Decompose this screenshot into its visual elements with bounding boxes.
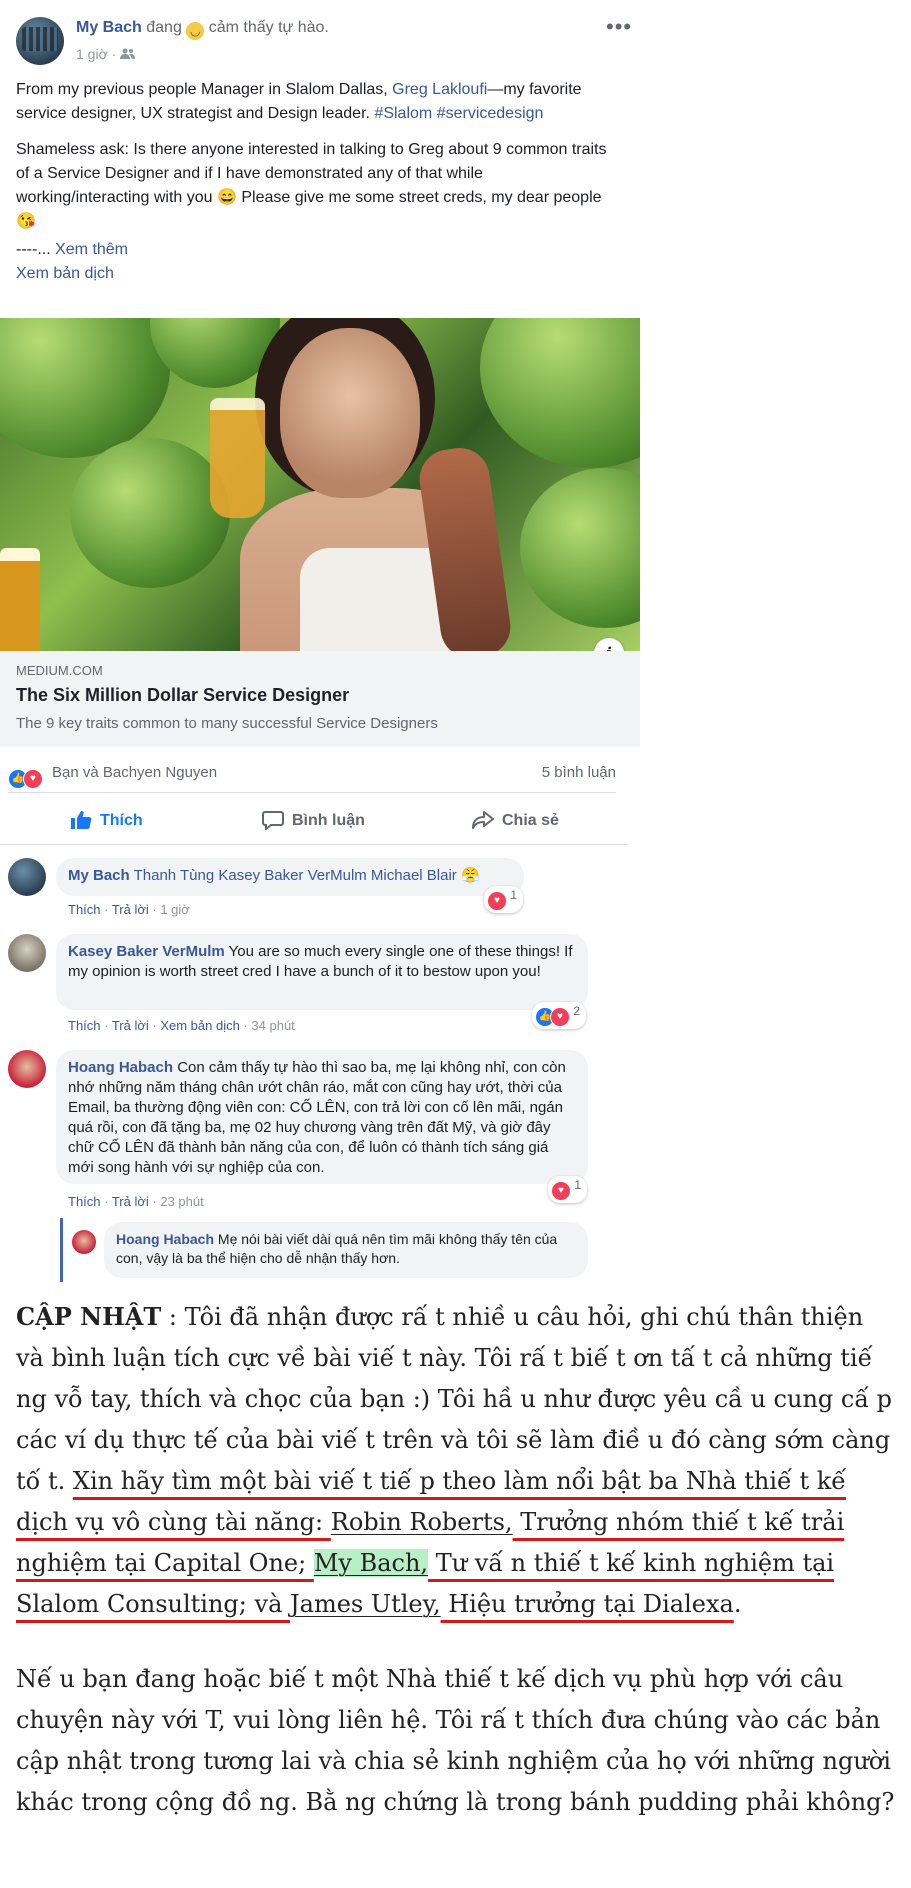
share-label: Chia sẻ — [502, 812, 559, 829]
link-title[interactable]: The Six Million Dollar Service Designer — [16, 685, 349, 706]
comment-like-link[interactable]: Thích — [68, 902, 101, 917]
comment-text: Con cảm thấy tự hào thì sao ba, mẹ lại k… — [68, 1059, 566, 1176]
more-prefix: ----... — [16, 241, 56, 258]
update-label: CẬP NHẬT — [16, 1302, 162, 1331]
article-p1-end: . — [733, 1590, 742, 1618]
status-prefix: đang — [146, 19, 182, 36]
link-preview[interactable]: MEDIUM.COM The Six Million Dollar Servic… — [0, 651, 640, 747]
love-reaction-icon: ♥ — [550, 1007, 570, 1027]
status-suffix: cảm thấy tự hào. — [208, 19, 329, 36]
love-reaction-icon: ♥ — [487, 891, 507, 911]
post-text: From my previous people Manager in Slalo… — [16, 78, 616, 286]
share-icon — [472, 811, 494, 829]
share-button[interactable]: Chia sẻ — [472, 810, 559, 830]
link-robin-roberts[interactable]: Robin Roberts, — [331, 1508, 513, 1536]
friends-audience-icon[interactable] — [120, 48, 136, 60]
post-text-p1-a: From my previous people Manager in Slalo… — [16, 81, 393, 98]
like-button[interactable]: Thích — [70, 810, 143, 830]
commenter-name[interactable]: My Bach — [68, 867, 130, 884]
link-description: The 9 key traits common to many successf… — [16, 715, 438, 732]
love-reaction-icon[interactable]: ♥ — [23, 769, 43, 789]
comment-time[interactable]: 1 giờ — [160, 902, 190, 917]
comment-icon — [262, 811, 284, 832]
comment-bubble: Hoang Habach Con cảm thấy tự hào thì sao… — [56, 1050, 588, 1184]
article-paragraph-1: CẬP NHẬT : Tôi đã nhận được rấ t nhiề u … — [16, 1296, 896, 1625]
commenter-name[interactable]: Kasey Baker VerMulm — [68, 943, 225, 960]
link-james-utley[interactable]: James Utley, — [290, 1590, 441, 1618]
comment-meta: Thích · Trả lời · 23 phút — [68, 1194, 204, 1209]
reply-thread-line — [60, 1218, 63, 1282]
reaction-count: 1 — [574, 1178, 582, 1192]
hashtag-servicedesign[interactable]: #servicedesign — [437, 105, 544, 122]
article-update: CẬP NHẬT : Tôi đã nhận được rấ t nhiề u … — [16, 1296, 896, 1857]
post-time[interactable]: 1 giờ — [76, 46, 108, 62]
comment-avatar[interactable] — [8, 858, 46, 896]
comment-reaction-badge[interactable]: ♥ 1 — [484, 886, 524, 913]
comment-count[interactable]: 5 bình luận — [542, 764, 616, 781]
comment-avatar[interactable] — [8, 1050, 46, 1088]
comment-reply-link[interactable]: Trả lời — [112, 1018, 149, 1033]
smile-emoji-icon: ◡ — [186, 22, 205, 40]
reactions-bar: 👍 ♥ Bạn và Bachyen Nguyen 5 bình luận — [8, 758, 616, 793]
author-avatar[interactable] — [16, 17, 64, 65]
comment-bubble: My Bach Thanh Tùng Kasey Baker VerMulm M… — [56, 858, 524, 896]
comment-label: Bình luận — [292, 812, 365, 829]
love-reaction-icon: ♥ — [551, 1181, 571, 1201]
comment-translate-link[interactable]: Xem bản dịch — [160, 1018, 240, 1033]
comment-bubble: Kasey Baker VerMulm You are so much ever… — [56, 934, 588, 1010]
comment-reaction-badge[interactable]: ♥ 1 — [548, 1176, 588, 1203]
comment-button[interactable]: Bình luận — [262, 810, 365, 832]
mention-greg[interactable]: Greg Lakloufi — [392, 81, 487, 98]
reaction-names[interactable]: Bạn và Bachyen Nguyen — [52, 764, 217, 781]
see-translation-link[interactable]: Xem bản dịch — [16, 262, 616, 286]
comment-reply-link[interactable]: Trả lời — [112, 1194, 149, 1209]
comment-text: Thanh Tùng Kasey Baker VerMulm Michael B… — [133, 867, 480, 884]
facebook-post: My Bach đang ◡ cảm thấy tự hào. 1 giờ · … — [0, 0, 640, 1282]
post-header: My Bach đang ◡ cảm thấy tự hào. 1 giờ · … — [0, 0, 640, 70]
like-label: Thích — [100, 812, 143, 829]
article-paragraph-2: Nế u bạn đang hoặc biế t một Nhà thiế t … — [16, 1665, 895, 1816]
comment-reply-link[interactable]: Trả lời — [112, 902, 149, 917]
link-domain: MEDIUM.COM — [16, 663, 103, 678]
link-preview-image[interactable] — [0, 318, 640, 651]
thumbs-up-icon — [71, 811, 92, 829]
author-name[interactable]: My Bach — [76, 19, 142, 36]
comment-like-link[interactable]: Thích — [68, 1194, 101, 1209]
author-line: My Bach đang ◡ cảm thấy tự hào. — [76, 19, 329, 40]
reply-avatar[interactable] — [72, 1230, 96, 1254]
reaction-count: 2 — [573, 1004, 581, 1018]
comment-meta: Thích · Trả lời · 1 giờ — [68, 902, 190, 917]
comment-like-link[interactable]: Thích — [68, 1018, 101, 1033]
link-my-bach[interactable]: My Bach, — [313, 1549, 429, 1577]
comment-meta: Thích · Trả lời · Xem bản dịch · 34 phút — [68, 1018, 295, 1033]
comment-time[interactable]: 34 phút — [251, 1018, 294, 1033]
see-more-link[interactable]: Xem thêm — [55, 241, 128, 258]
comment-avatar[interactable] — [8, 934, 46, 972]
post-meta: 1 giờ · — [76, 46, 136, 62]
commenter-name[interactable]: Hoang Habach — [116, 1231, 214, 1247]
comment-time[interactable]: 23 phút — [160, 1194, 203, 1209]
comment-reaction-badge[interactable]: 👍 ♥ 2 — [532, 1002, 587, 1029]
reply-bubble: Hoang Habach Mẹ nói bài viết dài quá nên… — [104, 1222, 588, 1278]
hashtag-slalom[interactable]: #Slalom — [374, 105, 432, 122]
action-bar: Thích Bình luận Chia sẻ — [0, 798, 628, 845]
article-p1-highlight-4: Hiệu trưởng tại Dialexa — [440, 1590, 734, 1618]
commenter-name[interactable]: Hoang Habach — [68, 1059, 173, 1076]
reaction-count: 1 — [510, 888, 518, 902]
post-text-p2: Shameless ask: Is there anyone intereste… — [16, 141, 607, 230]
more-options-icon[interactable]: ••• — [606, 14, 632, 40]
